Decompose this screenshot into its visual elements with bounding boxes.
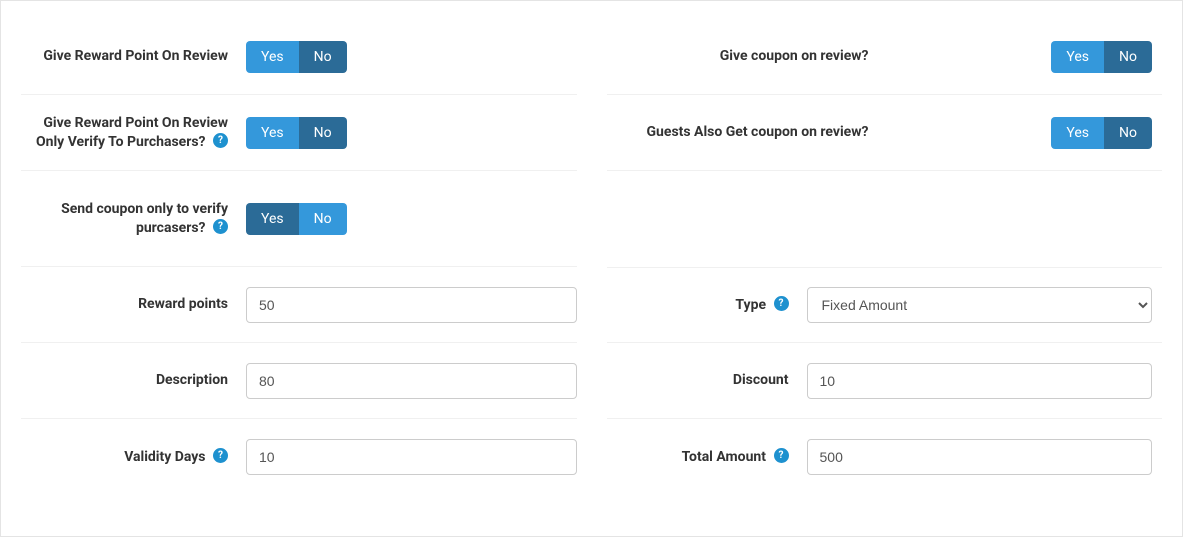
control-coupon-on-review: Yes No <box>887 41 1163 73</box>
control-type: Fixed Amount <box>807 287 1163 323</box>
help-icon[interactable]: ? <box>213 133 228 148</box>
row-coupon-on-review: Give coupon on review? Yes No <box>607 19 1163 95</box>
help-icon[interactable]: ? <box>213 448 228 463</box>
input-discount[interactable] <box>807 363 1152 399</box>
row-guests-coupon: Guests Also Get coupon on review? Yes No <box>607 95 1163 171</box>
label-discount: Discount <box>607 371 807 390</box>
label-validity-days: Validity Days ? <box>21 448 246 467</box>
toggle-yes[interactable]: Yes <box>246 41 299 73</box>
control-description <box>246 363 577 399</box>
toggle-coupon-verify: Yes No <box>246 203 347 235</box>
toggle-no[interactable]: No <box>299 117 347 149</box>
label-guests-coupon: Guests Also Get coupon on review? <box>607 123 887 142</box>
columns: Give Reward Point On Review Yes No Give … <box>21 19 1162 495</box>
input-description[interactable] <box>246 363 577 399</box>
toggle-reward-on-review: Yes No <box>246 41 347 73</box>
toggle-reward-verify: Yes No <box>246 117 347 149</box>
control-reward-verify: Yes No <box>246 117 577 149</box>
row-validity-days: Validity Days ? <box>21 419 577 495</box>
control-validity-days <box>246 439 577 475</box>
label-text: Give Reward Point On Review <box>43 48 228 64</box>
control-total-amount <box>807 439 1163 475</box>
input-validity-days[interactable] <box>246 439 577 475</box>
toggle-guests-coupon: Yes No <box>1051 117 1152 149</box>
row-description: Description <box>21 343 577 419</box>
label-text: Validity Days <box>124 449 205 465</box>
toggle-no[interactable]: No <box>1104 117 1152 149</box>
label-reward-points: Reward points <box>21 295 246 314</box>
row-type: Type ? Fixed Amount <box>607 267 1163 343</box>
label-description: Description <box>21 371 246 390</box>
label-text: Description <box>156 372 228 388</box>
label-total-amount: Total Amount ? <box>607 448 807 467</box>
help-icon[interactable]: ? <box>213 219 228 234</box>
toggle-yes[interactable]: Yes <box>246 203 299 235</box>
toggle-coupon-on-review: Yes No <box>1051 41 1152 73</box>
toggle-no[interactable]: No <box>1104 41 1152 73</box>
left-column: Give Reward Point On Review Yes No Give … <box>21 19 577 495</box>
settings-panel: Give Reward Point On Review Yes No Give … <box>0 0 1183 537</box>
row-reward-verify: Give Reward Point On Review Only Verify … <box>21 95 577 171</box>
toggle-no[interactable]: No <box>299 41 347 73</box>
toggle-yes[interactable]: Yes <box>246 117 299 149</box>
label-text: Give Reward Point On Review Only Verify … <box>36 115 228 150</box>
spacer-row <box>607 171 1163 267</box>
label-text: Give coupon on review? <box>720 48 869 64</box>
label-text: Discount <box>733 372 789 388</box>
row-discount: Discount <box>607 343 1163 419</box>
select-type[interactable]: Fixed Amount <box>807 287 1152 323</box>
label-coupon-verify: Send coupon only to verify purcasers? ? <box>21 200 246 238</box>
toggle-yes[interactable]: Yes <box>1051 41 1104 73</box>
label-text: Type <box>735 297 766 313</box>
right-column: Give coupon on review? Yes No Guests Als… <box>607 19 1163 495</box>
control-reward-on-review: Yes No <box>246 41 577 73</box>
label-text: Send coupon only to verify purcasers? <box>61 201 228 236</box>
input-reward-points[interactable] <box>246 287 577 323</box>
label-reward-on-review: Give Reward Point On Review <box>21 47 246 66</box>
control-reward-points <box>246 287 577 323</box>
label-text: Reward points <box>138 296 228 312</box>
label-text: Guests Also Get coupon on review? <box>647 124 869 140</box>
control-discount <box>807 363 1163 399</box>
row-reward-on-review: Give Reward Point On Review Yes No <box>21 19 577 95</box>
label-coupon-on-review: Give coupon on review? <box>607 47 887 66</box>
row-total-amount: Total Amount ? <box>607 419 1163 495</box>
label-type: Type ? <box>607 296 807 315</box>
toggle-no[interactable]: No <box>299 203 347 235</box>
control-coupon-verify: Yes No <box>246 203 577 235</box>
help-icon[interactable]: ? <box>774 296 789 311</box>
input-total-amount[interactable] <box>807 439 1152 475</box>
row-reward-points: Reward points <box>21 267 577 343</box>
control-guests-coupon: Yes No <box>887 117 1163 149</box>
help-icon[interactable]: ? <box>774 448 789 463</box>
toggle-yes[interactable]: Yes <box>1051 117 1104 149</box>
label-reward-verify: Give Reward Point On Review Only Verify … <box>21 114 246 152</box>
label-text: Total Amount <box>682 449 766 465</box>
row-coupon-verify: Send coupon only to verify purcasers? ? … <box>21 171 577 267</box>
